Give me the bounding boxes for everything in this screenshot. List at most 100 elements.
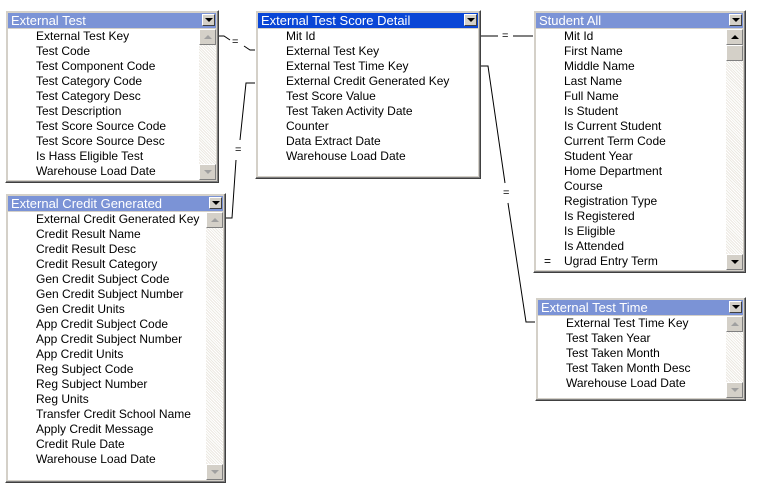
field-item[interactable]: External Test Key (258, 44, 460, 59)
table-student-all[interactable]: Student All Mit Id First Name Middle Name La… (533, 10, 746, 273)
field-item[interactable]: Reg Subject Number (8, 377, 205, 392)
field-item[interactable]: Is Hass Eligible Test (8, 149, 198, 164)
field-item[interactable]: Warehouse Load Date (258, 149, 460, 164)
field-item[interactable]: Warehouse Load Date (538, 376, 725, 391)
field-label: External Test Key (36, 29, 130, 43)
field-item[interactable]: Is Attended (536, 239, 725, 254)
field-item[interactable]: Registration Type (536, 194, 725, 209)
field-item[interactable]: Is Registered (536, 209, 725, 224)
dropdown-arrow-icon[interactable] (464, 14, 477, 26)
table-title-bar[interactable]: Student All (536, 13, 743, 28)
field-item[interactable]: Test Score Source Desc (8, 134, 198, 149)
scrollbar[interactable] (726, 29, 743, 270)
scroll-up-icon[interactable] (726, 29, 743, 45)
field-item[interactable]: Is Current Student (536, 119, 725, 134)
field-item[interactable]: Test Score Source Code (8, 119, 198, 134)
field-label: Gen Credit Subject Number (36, 287, 184, 301)
field-item[interactable]: Test Code (8, 44, 198, 59)
field-list[interactable]: External Credit Generated Key Credit Resu… (8, 212, 223, 480)
field-list[interactable]: External Test Time Key Test Taken Year Tes… (538, 316, 743, 398)
field-item[interactable]: Data Extract Date (258, 134, 460, 149)
field-label: Warehouse Load Date (566, 376, 686, 390)
dropdown-arrow-icon[interactable] (729, 301, 742, 313)
field-item[interactable]: External Credit Generated Key (8, 212, 205, 227)
field-label: Credit Result Name (36, 227, 141, 241)
field-item[interactable]: Test Taken Year (538, 331, 725, 346)
field-item[interactable]: Credit Rule Date (8, 437, 205, 452)
field-item[interactable]: Test Taken Activity Date (258, 104, 460, 119)
field-item[interactable]: Current Term Code (536, 134, 725, 149)
field-item[interactable]: Credit Result Desc (8, 242, 205, 257)
field-item[interactable]: App Credit Subject Number (8, 332, 205, 347)
field-item[interactable]: Reg Units (8, 392, 205, 407)
field-item[interactable]: Counter (258, 119, 460, 134)
table-title-bar[interactable]: External Credit Generated (8, 196, 223, 211)
field-item[interactable]: Is Student (536, 104, 725, 119)
field-label: External Test Key (286, 44, 380, 58)
scrollbar[interactable] (206, 212, 223, 480)
field-item[interactable]: External Test Time Key (538, 316, 725, 331)
field-item[interactable]: Test Taken Month Desc (538, 361, 725, 376)
field-item[interactable]: Gen Credit Units (8, 302, 205, 317)
dropdown-arrow-icon[interactable] (729, 14, 742, 26)
field-label: Counter (286, 119, 329, 133)
field-label: Ugrad Entry Term (564, 254, 658, 268)
field-item[interactable]: Test Category Desc (8, 89, 198, 104)
field-item[interactable]: Mit Id (258, 29, 460, 44)
field-item[interactable]: Full Name (536, 89, 725, 104)
table-title-bar[interactable]: External Test (8, 13, 216, 28)
field-item[interactable]: First Name (536, 44, 725, 59)
field-item[interactable]: Mit Id (536, 29, 725, 44)
field-item[interactable]: Test Taken Month (538, 346, 725, 361)
field-item[interactable]: Reg Subject Code (8, 362, 205, 377)
field-item[interactable]: Last Name (536, 74, 725, 89)
field-item[interactable]: = Ugrad Entry Term (536, 254, 725, 269)
field-item[interactable]: Test Score Value (258, 89, 460, 104)
scroll-down-icon[interactable] (199, 164, 216, 180)
field-item[interactable]: Gen Credit Subject Number (8, 287, 205, 302)
table-title-bar[interactable]: External Test Time (538, 300, 743, 315)
scroll-down-icon[interactable] (206, 464, 223, 480)
table-external-credit-generated[interactable]: External Credit Generated External Credit… (5, 193, 226, 483)
field-list[interactable]: External Test Key Test Code Test Component… (8, 29, 216, 180)
field-item[interactable]: Middle Name (536, 59, 725, 74)
field-item[interactable]: App Credit Units (8, 347, 205, 362)
table-external-test-time[interactable]: External Test Time External Test Time Key… (535, 297, 746, 401)
field-item[interactable]: Gen Credit Subject Code (8, 272, 205, 287)
scrollbar[interactable] (199, 29, 216, 180)
field-item[interactable]: Test Component Code (8, 59, 198, 74)
field-item[interactable]: External Test Key (8, 29, 198, 44)
field-list[interactable]: Mit Id First Name Middle Name Last Name Full… (536, 29, 743, 270)
scroll-up-icon[interactable] (199, 29, 216, 45)
field-item[interactable]: Course (536, 179, 725, 194)
field-item[interactable]: Apply Credit Message (8, 422, 205, 437)
table-title-bar[interactable]: External Test Score Detail (258, 13, 478, 28)
dropdown-arrow-icon[interactable] (209, 197, 222, 209)
field-item[interactable]: Warehouse Load Date (8, 452, 205, 467)
field-item[interactable]: Is Eligible (536, 224, 725, 239)
dropdown-arrow-icon[interactable] (202, 14, 215, 26)
field-item[interactable]: Credit Result Category (8, 257, 205, 272)
field-item[interactable]: Warehouse Load Date (8, 164, 198, 179)
field-list[interactable]: Mit Id External Test Key External Test Tim… (258, 29, 478, 176)
scroll-thumb[interactable] (726, 45, 743, 61)
scrollbar[interactable] (726, 316, 743, 398)
field-item[interactable]: External Credit Generated Key (258, 74, 460, 89)
join-marker: = (544, 254, 552, 268)
field-item[interactable]: Home Department (536, 164, 725, 179)
field-label: Credit Result Category (36, 257, 158, 271)
field-item[interactable]: Test Description (8, 104, 198, 119)
scroll-up-icon[interactable] (726, 316, 743, 332)
field-item[interactable]: External Test Time Key (258, 59, 460, 74)
field-item[interactable]: Transfer Credit School Name (8, 407, 205, 422)
field-item[interactable]: App Credit Subject Code (8, 317, 205, 332)
field-item[interactable]: Credit Result Name (8, 227, 205, 242)
table-title: External Test Score Detail (261, 13, 411, 28)
scroll-down-icon[interactable] (726, 382, 743, 398)
table-external-test[interactable]: External Test External Test Key Test Code T… (5, 10, 219, 183)
scroll-up-icon[interactable] (206, 212, 223, 228)
scroll-down-icon[interactable] (726, 254, 743, 270)
table-external-test-score-detail[interactable]: External Test Score Detail Mit Id External… (255, 10, 481, 179)
field-item[interactable]: Test Category Code (8, 74, 198, 89)
field-item[interactable]: Student Year (536, 149, 725, 164)
